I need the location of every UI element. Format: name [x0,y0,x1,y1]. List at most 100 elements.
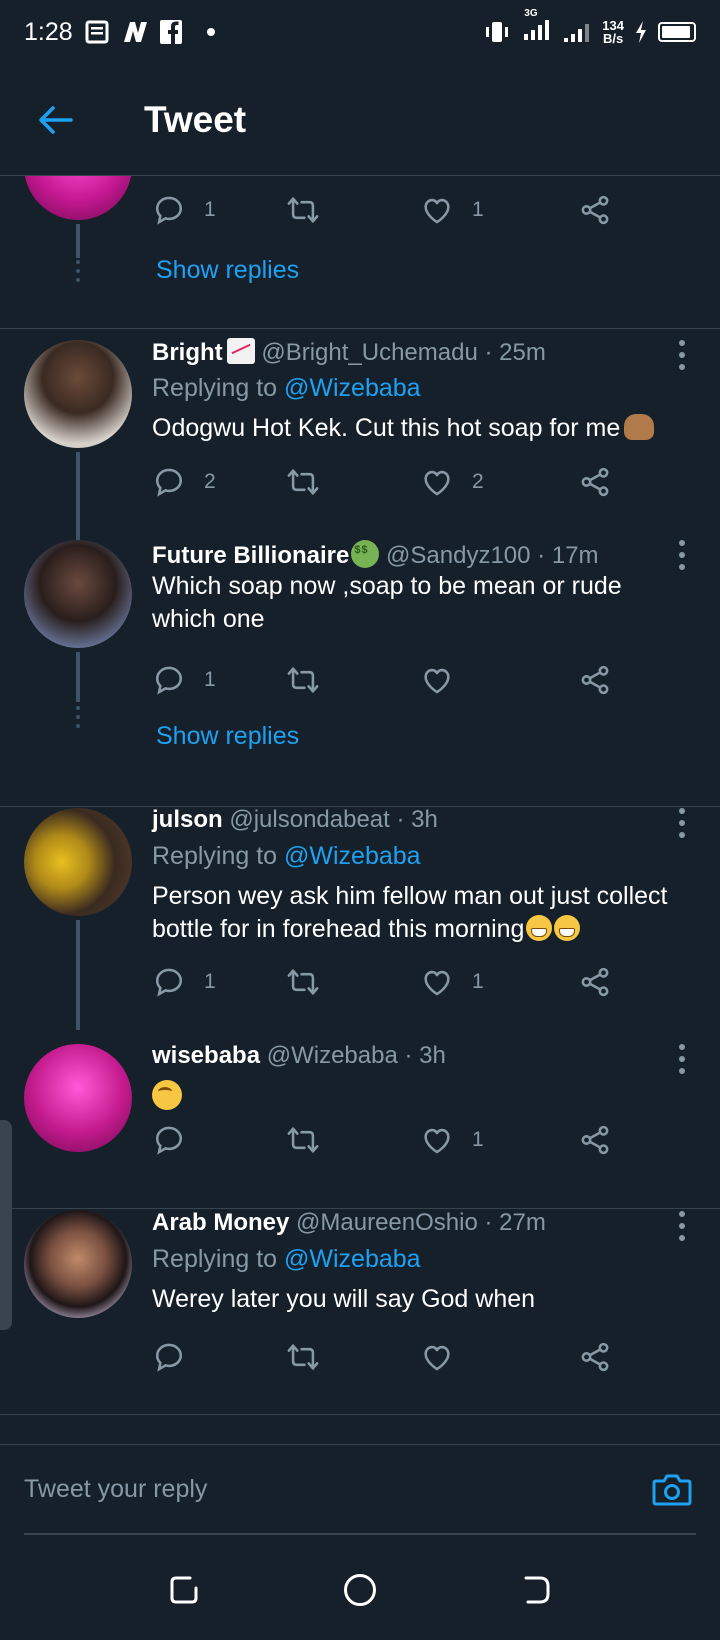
author-name[interactable]: Arab Money [152,1209,289,1236]
avatar[interactable] [24,1044,132,1152]
news-icon [85,20,109,44]
author-handle[interactable]: @Bright_Uchemadu [261,339,477,366]
money-face-emoji-icon [351,540,380,568]
tweet-text: Person wey ask him fellow man out just c… [152,880,682,946]
replies-feed[interactable]: 1 1 Show replies Bright @Bright_Uchemadu… [0,176,720,1444]
author-handle[interactable]: @Sandyz100 [386,542,530,569]
like-action[interactable]: 1 [420,960,484,1004]
replying-to-link[interactable]: @Wizebaba [284,842,421,870]
more-options-button[interactable] [670,340,694,370]
more-options-button[interactable] [670,1044,694,1074]
avatar[interactable] [24,176,132,220]
thread-dots [76,706,80,733]
action-bar [152,1335,622,1379]
like-count: 1 [472,198,484,221]
reply-action[interactable] [152,1335,186,1379]
reply-input[interactable]: Tweet your reply [24,1475,207,1504]
recents-button[interactable] [160,1566,208,1614]
share-icon [581,1342,609,1372]
reply-icon [155,666,183,695]
folded-hands-emoji-icon [624,414,655,440]
retweet-action[interactable] [286,658,320,702]
tweet-partial[interactable]: 1 1 Show replies [0,176,720,314]
like-action[interactable] [420,1335,454,1379]
like-action[interactable]: 2 [420,460,484,504]
thread-line [76,652,80,702]
show-replies-link[interactable]: Show replies [156,256,299,285]
like-action[interactable] [420,658,454,702]
reply-action[interactable]: 1 [152,658,216,702]
replying-to-link[interactable]: @Wizebaba [284,1245,421,1273]
signal-3g: 3G [522,8,552,47]
share-icon [581,467,609,497]
author-name[interactable]: julson [152,806,223,833]
author-name[interactable]: wisebaba [152,1042,260,1069]
tweet-meta: Arab Money @MaureenOshio · 27m [152,1209,546,1237]
reply-action[interactable]: 1 [152,188,216,232]
share-icon [581,195,609,225]
action-bar: 1 [152,658,622,702]
tweet-arab-money[interactable]: Arab Money @MaureenOshio · 27m Replying … [0,1185,720,1372]
camera-icon[interactable] [650,1467,694,1511]
more-options-button[interactable] [670,808,694,838]
back-button[interactable] [20,85,90,155]
avatar[interactable] [24,340,132,448]
home-button[interactable] [336,1566,384,1614]
more-options-button[interactable] [670,540,694,570]
share-icon [581,1125,609,1155]
action-bar: 1 1 [152,960,622,1004]
tweet-bright[interactable]: Bright @Bright_Uchemadu · 25m Replying t… [0,330,720,540]
avatar[interactable] [24,1210,132,1318]
back-nav-icon [524,1576,550,1604]
retweet-action[interactable] [286,188,320,232]
tweet-text-content: Odogwu Hot Kek. Cut this hot soap for me [152,414,621,442]
like-action[interactable]: 1 [420,188,484,232]
author-handle[interactable]: @MaureenOshio [296,1209,478,1236]
signal-2-icon [564,24,590,42]
status-time: 1:28 [24,17,73,46]
replying-prefix: Replying to [152,374,278,402]
tweet-text: Which soap now ,soap to be mean or rude … [152,572,622,633]
back-nav-button[interactable] [512,1566,560,1614]
replying-to-link[interactable]: @Wizebaba [284,374,421,402]
chart-emoji-icon [226,338,255,364]
share-action[interactable] [578,960,612,1004]
share-action[interactable] [578,1118,612,1162]
like-icon [424,198,450,224]
like-action[interactable]: 1 [420,1118,484,1162]
author-handle[interactable]: @julsondabeat [229,806,389,833]
reply-action[interactable]: 1 [152,960,216,1004]
tweet-wisebaba[interactable]: wisebaba @Wizebaba · 3h 1 [0,1020,720,1170]
author-handle[interactable]: @Wizebaba [267,1042,398,1069]
retweet-action[interactable] [286,1118,320,1162]
reply-action[interactable] [152,1118,186,1162]
retweet-icon [287,469,319,495]
like-icon [424,668,450,694]
tweet-future-billionaire[interactable]: Future Billionaire @Sandyz100 · 17m Whic… [0,540,720,780]
author-name[interactable]: Bright [152,339,223,366]
share-action[interactable] [578,658,612,702]
more-options-button[interactable] [670,1211,694,1241]
retweet-action[interactable] [286,460,320,504]
share-action[interactable] [578,188,612,232]
retweet-icon [287,1127,319,1153]
reply-action[interactable]: 2 [152,460,216,504]
home-icon [344,1574,376,1606]
tweet-text: Werey later you will say God when [152,1285,536,1313]
edge-panel-handle[interactable] [0,1120,12,1330]
like-count: 1 [472,970,484,993]
retweet-action[interactable] [286,1335,320,1379]
tweet-julson[interactable]: julson @julsondabeat · 3h Replying to @W… [0,792,720,1030]
avatar[interactable] [24,808,132,916]
avatar[interactable] [24,540,132,648]
share-action[interactable] [578,460,612,504]
show-replies-link[interactable]: Show replies [156,722,299,751]
share-action[interactable] [578,1335,612,1379]
back-arrow-icon [39,105,73,134]
retweet-action[interactable] [286,960,320,1004]
author-name[interactable]: Future Billionaire [152,542,349,569]
action-bar: 1 [152,1118,622,1162]
tweet-meta: julson @julsondabeat · 3h [152,806,438,834]
tweet-time: · 27m [484,1209,546,1236]
grin-emoji-icon [526,915,553,941]
